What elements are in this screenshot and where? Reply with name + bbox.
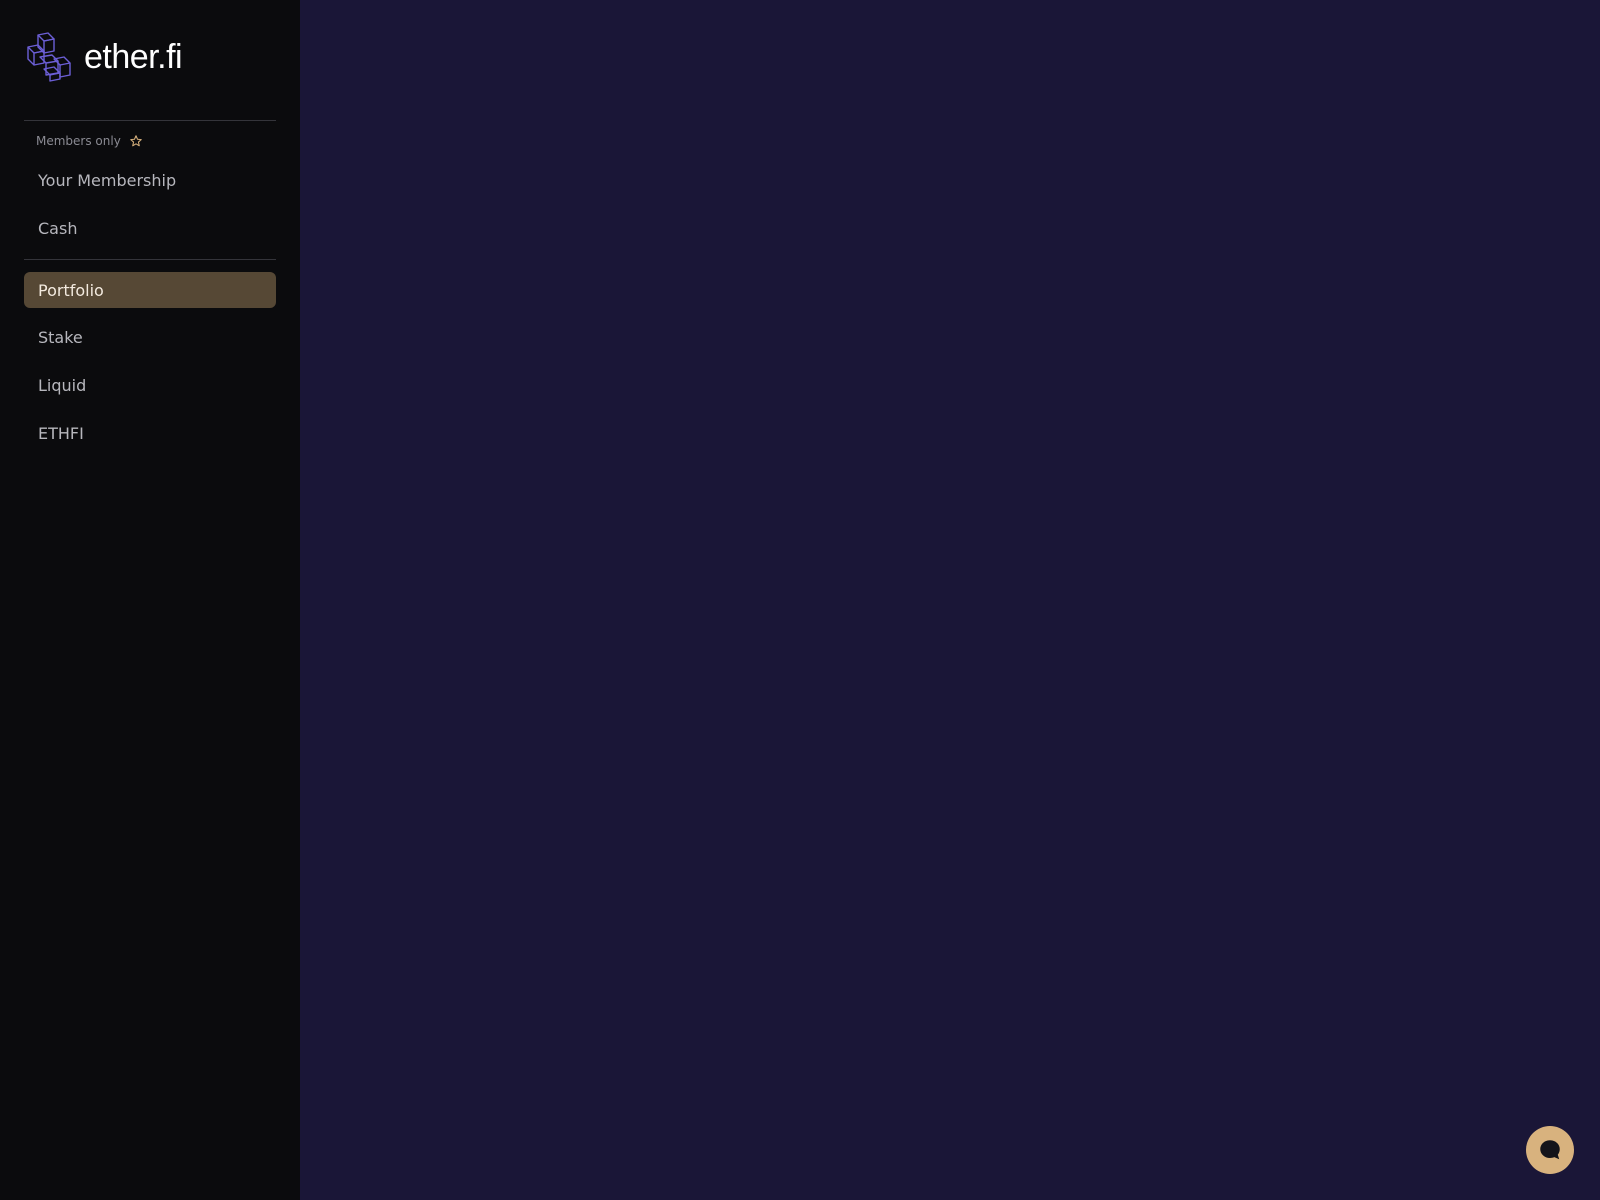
brand-name: ether.fi [84, 37, 183, 76]
sidebar-item-liquid[interactable]: Liquid [24, 367, 276, 403]
sidebar-item-label: Stake [38, 327, 83, 347]
chat-button[interactable] [1526, 1126, 1574, 1174]
sidebar-item-label: Your Membership [38, 170, 177, 190]
star-icon [130, 135, 142, 147]
sidebar-item-cash[interactable]: Cash [24, 210, 276, 246]
sidebar-item-label: Cash [38, 218, 78, 238]
sidebar-item-portfolio[interactable]: Portfolio [24, 272, 276, 308]
sidebar-divider [24, 259, 276, 260]
app-root: ether.fi Members only Your Membership Ca… [0, 0, 1600, 1200]
sidebar-item-label: Liquid [38, 375, 87, 395]
sidebar-item-ethfi[interactable]: ETHFI [24, 415, 276, 451]
sidebar-item-your-membership[interactable]: Your Membership [24, 162, 276, 198]
sidebar-item-label: ETHFI [38, 423, 84, 443]
sidebar-divider [24, 120, 276, 121]
brand-logo[interactable]: ether.fi [24, 30, 183, 84]
sidebar-item-stake[interactable]: Stake [24, 319, 276, 355]
chat-bubble-icon [1540, 1140, 1560, 1160]
sidebar: ether.fi Members only Your Membership Ca… [0, 0, 300, 1200]
members-only-label: Members only [36, 134, 143, 148]
sidebar-item-label: Portfolio [38, 280, 104, 300]
ether-fi-logo-icon [27, 32, 71, 82]
members-only-text: Members only [36, 134, 121, 148]
